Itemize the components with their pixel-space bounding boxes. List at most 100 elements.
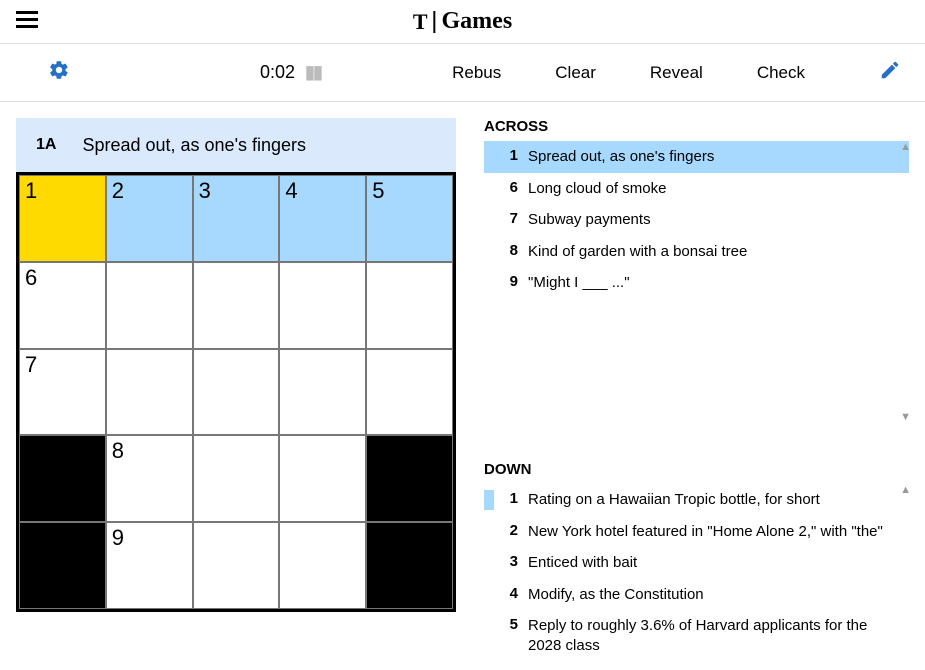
- clue-number: 1: [494, 147, 518, 164]
- clue-text: New York hotel featured in "Home Alone 2…: [528, 522, 899, 542]
- toolbar: 0:02 ▮▮ Rebus Clear Reveal Check: [0, 44, 925, 102]
- top-bar: T Games: [0, 0, 925, 44]
- cell-number: 4: [285, 178, 297, 204]
- grid-cell[interactable]: 9: [106, 522, 193, 609]
- grid-cell[interactable]: [106, 262, 193, 349]
- grid-cell[interactable]: 5: [366, 175, 453, 262]
- clue-bar: [484, 273, 494, 293]
- clue-row[interactable]: 1 Spread out, as one's fingers: [484, 141, 909, 173]
- cell-number: 8: [112, 438, 124, 464]
- grid-cell[interactable]: [193, 522, 280, 609]
- brand-divider: [434, 11, 436, 33]
- grid-cell[interactable]: [279, 522, 366, 609]
- clue-bar: [484, 147, 494, 167]
- menu-icon[interactable]: [0, 9, 54, 35]
- clue-row[interactable]: 1Rating on a Hawaiian Tropic bottle, for…: [484, 484, 909, 516]
- cell-number: 9: [112, 525, 124, 551]
- cell-number: 2: [112, 178, 124, 204]
- grid-cell[interactable]: [193, 349, 280, 436]
- pause-icon[interactable]: ▮▮: [305, 62, 321, 83]
- toolbar-actions: Rebus Clear Reveal Check: [452, 59, 901, 87]
- clue-text: "Might I ___ ...": [528, 273, 899, 293]
- puzzle-pane: 1A Spread out, as one's fingers 1 2 3 4 5 6 78…: [16, 118, 456, 654]
- clue-row[interactable]: 3Enticed with bait: [484, 547, 909, 579]
- clue-text: Spread out, as one's fingers: [528, 147, 899, 167]
- down-header: DOWN: [484, 461, 909, 478]
- clue-bar: [484, 490, 494, 510]
- cell-number: 3: [199, 178, 211, 204]
- clue-text: Long cloud of smoke: [528, 179, 899, 199]
- nyt-logo-icon: T: [413, 9, 428, 35]
- grid-cell[interactable]: [106, 349, 193, 436]
- timer-value: 0:02: [260, 62, 295, 83]
- clue-row[interactable]: 8 Kind of garden with a bonsai tree: [484, 236, 909, 268]
- grid-cell-black: [366, 435, 453, 522]
- grid-cell[interactable]: 1: [19, 175, 106, 262]
- grid-cell[interactable]: 3: [193, 175, 280, 262]
- clear-button[interactable]: Clear: [555, 63, 596, 83]
- clue-bar: [484, 210, 494, 230]
- active-clue-banner[interactable]: 1A Spread out, as one's fingers: [16, 118, 456, 172]
- grid-cell[interactable]: [279, 262, 366, 349]
- grid-cell[interactable]: 2: [106, 175, 193, 262]
- clue-text: Rating on a Hawaiian Tropic bottle, for …: [528, 490, 899, 510]
- clue-number: 9: [494, 273, 518, 290]
- clue-row[interactable]: 5 Reply to roughly 3.6% of Harvard applic…: [484, 610, 909, 654]
- clue-row[interactable]: 4 Modify, as the Constitution: [484, 579, 909, 611]
- clue-bar: [484, 585, 494, 605]
- timer[interactable]: 0:02 ▮▮: [260, 62, 321, 83]
- clue-number: 5: [494, 616, 518, 633]
- clue-text: Modify, as the Constitution: [528, 585, 899, 605]
- down-clue-list[interactable]: 1Rating on a Hawaiian Tropic bottle, for…: [484, 484, 909, 654]
- gear-icon[interactable]: [48, 59, 70, 87]
- scroll-down-icon[interactable]: ▼: [900, 411, 911, 423]
- rebus-button[interactable]: Rebus: [452, 63, 501, 83]
- clue-number: 2: [494, 522, 518, 539]
- scroll-up-icon[interactable]: ▲: [900, 141, 911, 153]
- grid-cell[interactable]: 7: [19, 349, 106, 436]
- active-clue-text: Spread out, as one's fingers: [82, 135, 306, 156]
- clue-number: 8: [494, 242, 518, 259]
- clue-number: 7: [494, 210, 518, 227]
- reveal-button[interactable]: Reveal: [650, 63, 703, 83]
- pencil-icon[interactable]: [879, 59, 901, 87]
- clue-row[interactable]: 2 New York hotel featured in "Home Alone …: [484, 516, 909, 548]
- grid-cell[interactable]: 4: [279, 175, 366, 262]
- grid-cell[interactable]: 6: [19, 262, 106, 349]
- clue-row[interactable]: 6 Long cloud of smoke: [484, 173, 909, 205]
- grid-cell[interactable]: [279, 435, 366, 522]
- down-section: DOWN ▲ 1Rating on a Hawaiian Tropic bott…: [484, 461, 909, 654]
- grid-cell[interactable]: [193, 262, 280, 349]
- grid-cell[interactable]: [193, 435, 280, 522]
- grid-cell-black: [366, 522, 453, 609]
- brand-logo[interactable]: T Games: [413, 8, 512, 35]
- across-clue-list[interactable]: 1 Spread out, as one's fingers 6 Long cloud…: [484, 141, 909, 423]
- clue-number: 3: [494, 553, 518, 570]
- clue-number: 4: [494, 585, 518, 602]
- crossword-grid: 1 2 3 4 5 6 78 9: [16, 172, 456, 612]
- clue-bar: [484, 616, 494, 654]
- active-clue-label: 1A: [36, 136, 56, 154]
- scroll-up-icon[interactable]: ▲: [900, 484, 911, 496]
- clue-row[interactable]: 7Subway payments: [484, 204, 909, 236]
- clue-bar: [484, 242, 494, 262]
- clue-text: Kind of garden with a bonsai tree: [528, 242, 899, 262]
- check-button[interactable]: Check: [757, 63, 805, 83]
- clues-pane: ACROSS ▲ 1 Spread out, as one's fingers 6L…: [484, 118, 909, 654]
- clue-text: Reply to roughly 3.6% of Harvard applica…: [528, 616, 899, 654]
- clue-row[interactable]: 9 "Might I ___ ...": [484, 267, 909, 299]
- grid-cell-black: [19, 522, 106, 609]
- grid-cell[interactable]: 8: [106, 435, 193, 522]
- across-section: ACROSS ▲ 1 Spread out, as one's fingers 6L…: [484, 118, 909, 423]
- clue-bar: [484, 522, 494, 542]
- across-header: ACROSS: [484, 118, 909, 135]
- grid-cell[interactable]: [366, 349, 453, 436]
- grid-cell[interactable]: [279, 349, 366, 436]
- cell-number: 1: [25, 178, 37, 204]
- brand-games-label: Games: [442, 8, 513, 35]
- cell-number: 5: [372, 178, 384, 204]
- cell-number: 6: [25, 265, 37, 291]
- clue-bar: [484, 553, 494, 573]
- grid-cell[interactable]: [366, 262, 453, 349]
- clue-number: 6: [494, 179, 518, 196]
